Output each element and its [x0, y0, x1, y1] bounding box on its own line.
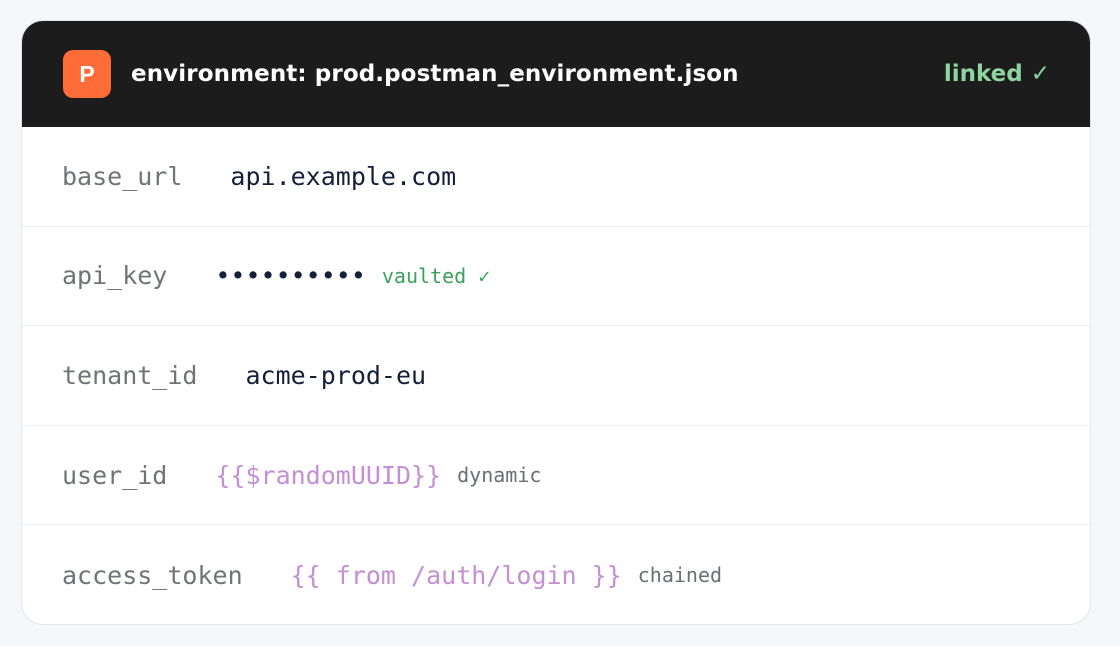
variable-key: access_token [62, 560, 243, 590]
variable-row-user-id[interactable]: user_id {{$randomUUID}} dynamic [22, 426, 1090, 526]
variable-row-api-key[interactable]: api_key •••••••••• vaulted ✓ [22, 227, 1090, 327]
masked-secret-value[interactable]: •••••••••• [215, 261, 366, 290]
variable-key: user_id [62, 460, 168, 490]
variable-row-base-url[interactable]: base_url api.example.com [22, 127, 1090, 227]
environment-card: P environment: prod.postman_environment.… [21, 20, 1091, 625]
variables-list: base_url api.example.com api_key •••••••… [22, 127, 1090, 624]
linked-status-label: linked [943, 61, 1023, 87]
template-value[interactable]: {{ from /auth/login }} [291, 561, 622, 590]
template-value[interactable]: {{$randomUUID}} [215, 461, 441, 490]
variable-row-access-token[interactable]: access_token {{ from /auth/login }} chai… [22, 525, 1090, 624]
vaulted-badge: vaulted ✓ [381, 263, 491, 288]
variable-key: base_url [62, 161, 183, 191]
variable-value[interactable]: api.example.com [230, 162, 456, 191]
variable-value[interactable]: acme-prod-eu [245, 361, 426, 390]
environment-title: environment: prod.postman_environment.js… [131, 61, 739, 87]
variable-row-tenant-id[interactable]: tenant_id acme-prod-eu [22, 326, 1090, 426]
variable-key: tenant_id [62, 360, 198, 390]
card-header: P environment: prod.postman_environment.… [22, 21, 1090, 127]
chained-badge: chained [637, 563, 723, 588]
variable-key: api_key [62, 261, 168, 291]
check-icon: ✓ [1030, 61, 1050, 87]
linked-status: linked ✓ [944, 61, 1050, 87]
postman-logo-icon: P [63, 50, 111, 98]
dynamic-badge: dynamic [457, 463, 542, 488]
